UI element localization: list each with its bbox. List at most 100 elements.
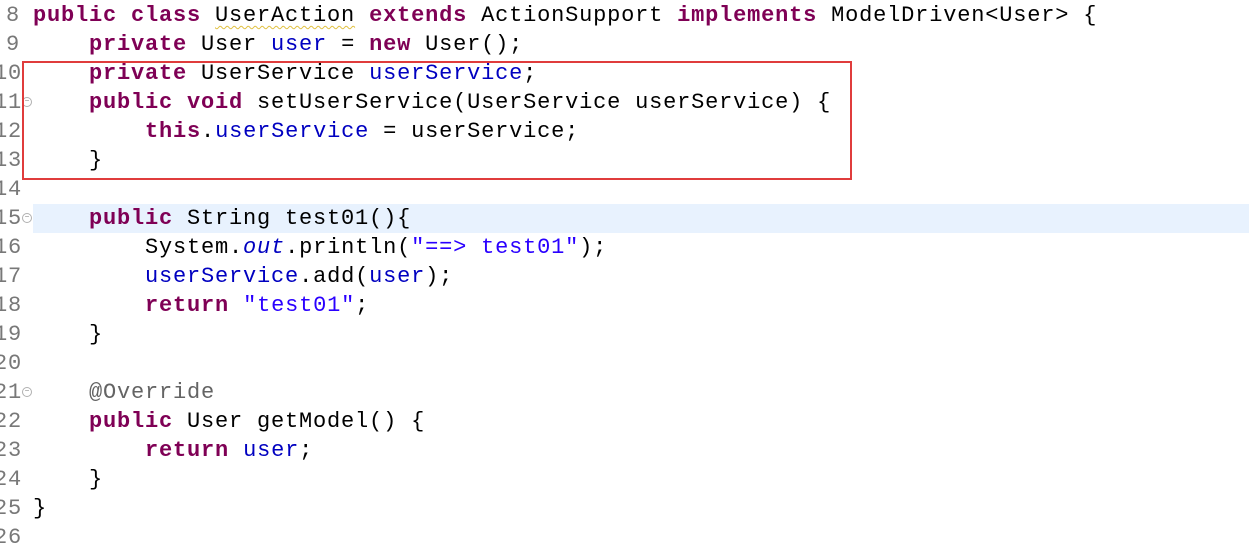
code-line[interactable]: 12 this.userService = userService; [0,117,1249,146]
code-token: String test01(){ [173,206,412,231]
code-token: public void [89,90,244,115]
code-token: @Override [89,380,216,405]
code-token: extends [369,3,468,28]
code-token: "==> test01" [411,235,580,260]
code-token: User getModel() { [173,409,426,434]
line-number: 14 [0,177,23,202]
line-number: 10 [0,61,23,86]
code-token: "test01" [243,293,356,318]
line-number: 12 [0,119,23,144]
code-text: private User user = new User(); [33,30,523,59]
code-text: } [33,465,103,494]
code-token: ; [355,293,370,318]
code-token: } [33,322,104,347]
code-text: public String test01(){ [33,204,411,233]
line-number: 19 [0,322,23,347]
code-token: User(); [411,32,524,57]
line-number: 24 [0,467,23,492]
code-token: ; [523,61,538,86]
fold-collapse-icon[interactable]: − [22,213,32,223]
code-token: public class [33,3,216,28]
code-token: ActionSupport [467,3,678,28]
code-line[interactable]: 21− @Override [0,378,1249,407]
code-text: public void setUserService(UserService u… [33,88,831,117]
code-text: } [33,320,103,349]
code-token: new [369,32,412,57]
code-token: user [271,32,328,57]
code-token: UserService [187,61,370,86]
fold-collapse-icon[interactable]: − [22,387,32,397]
line-number: 15 [0,206,23,231]
code-token: public [89,206,174,231]
code-text: userService.add(user); [33,262,453,291]
code-line[interactable]: 16 System.out.println("==> test01"); [0,233,1249,262]
code-token: = [327,32,370,57]
code-text: } [33,494,47,523]
code-token: .add( [299,264,370,289]
code-line[interactable]: 18 return "test01"; [0,291,1249,320]
code-token: ; [299,438,314,463]
code-text: this.userService = userService; [33,117,579,146]
line-number: 21 [0,380,23,405]
line-number: 11 [0,90,23,115]
code-token: ); [425,264,454,289]
code-token: out [243,235,286,260]
code-text: return user; [33,436,313,465]
line-number: 13 [0,148,23,173]
code-token: ModelDriven<User> { [817,3,1098,28]
line-number: 9 [6,32,21,57]
code-line[interactable]: 15− public String test01(){ [0,204,1249,233]
code-text: public User getModel() { [33,407,425,436]
line-number: 23 [0,438,23,463]
code-token: } [33,148,104,173]
code-line[interactable]: 14 [0,175,1249,204]
code-token: implements [677,3,818,28]
code-line[interactable]: 20 [0,349,1249,378]
code-text: @Override [33,378,215,407]
code-token: userService [369,61,524,86]
code-line[interactable]: 13 } [0,146,1249,175]
code-line[interactable]: 25} [0,494,1249,523]
code-text: } [33,146,103,175]
code-line[interactable]: 23 return user; [0,436,1249,465]
code-line[interactable]: 11− public void setUserService(UserServi… [0,88,1249,117]
line-number: 22 [0,409,23,434]
code-line[interactable]: 26 [0,523,1249,552]
code-line[interactable]: 8 public class UserAction extends ActionS… [0,1,1249,30]
code-token: UserAction [215,3,356,28]
code-token: = userService; [369,119,580,144]
line-number: 20 [0,351,23,376]
code-token: } [33,496,48,521]
code-line[interactable]: 9 private User user = new User(); [0,30,1249,59]
code-line[interactable]: 19 } [0,320,1249,349]
code-token: userService [145,264,300,289]
code-token: user [243,438,300,463]
code-token: private [89,61,188,86]
code-token: System. [33,235,244,260]
code-token: User [187,32,272,57]
line-number: 18 [0,293,23,318]
code-line[interactable]: 17 userService.add(user); [0,262,1249,291]
fold-collapse-icon[interactable]: − [22,97,32,107]
code-token: } [33,467,104,492]
code-token: return [145,438,230,463]
code-line[interactable]: 22 public User getModel() { [0,407,1249,436]
code-line[interactable]: 10 private UserService userService; [0,59,1249,88]
code-token: . [201,119,216,144]
code-token: setUserService(UserService userService) … [243,90,832,115]
code-text: public class UserAction extends ActionSu… [33,1,1097,30]
code-text: return "test01"; [33,291,369,320]
code-line[interactable]: 24 } [0,465,1249,494]
